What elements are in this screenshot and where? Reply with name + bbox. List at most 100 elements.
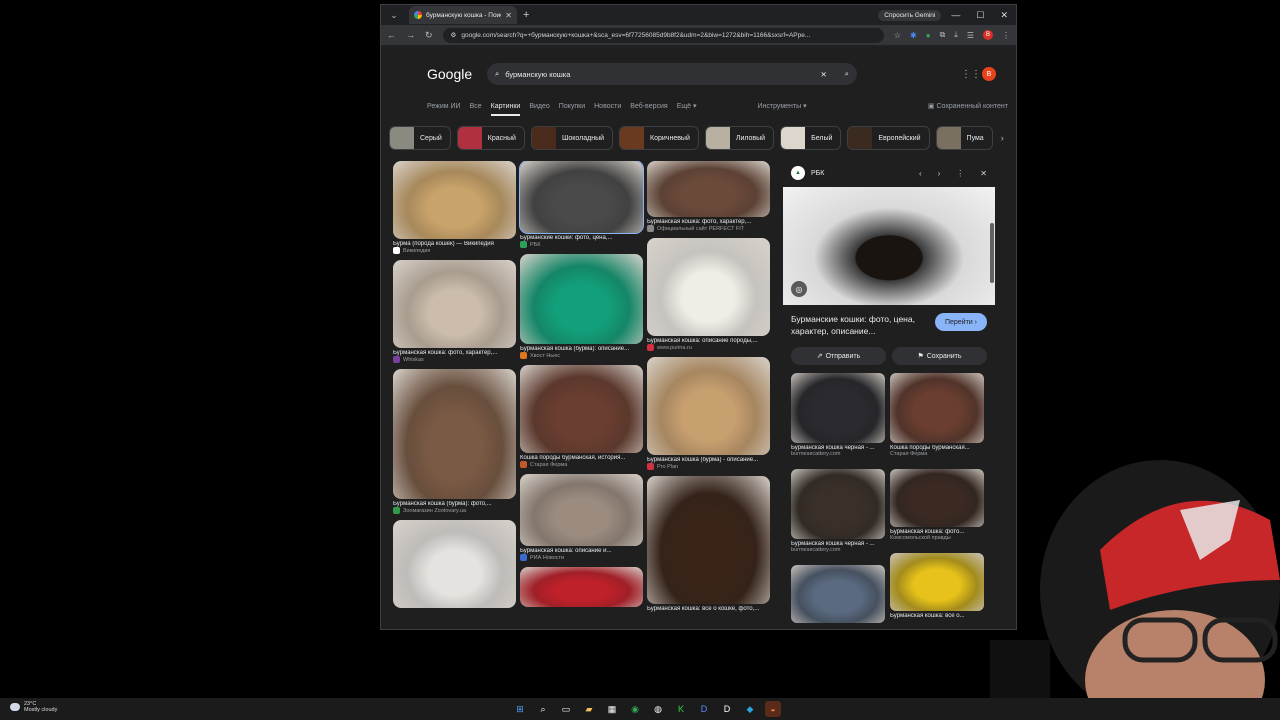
- result-image[interactable]: [647, 357, 770, 455]
- tab-search-icon[interactable]: ⌄: [387, 8, 401, 22]
- image-result[interactable]: [520, 567, 643, 607]
- panel-scrollbar[interactable]: [990, 223, 994, 283]
- result-image[interactable]: [393, 161, 516, 239]
- result-image[interactable]: [393, 520, 516, 608]
- result-source[interactable]: Хвост Ньюс: [520, 352, 643, 359]
- result-image[interactable]: [647, 476, 770, 604]
- app-icon[interactable]: ◍: [650, 701, 666, 717]
- related-image[interactable]: Бурманская кошка черная - ... burmesecatt…: [791, 469, 885, 553]
- result-caption[interactable]: Бурманская кошка: описание породы,...: [647, 338, 770, 344]
- windows-start-icon[interactable]: ⊞: [512, 701, 528, 717]
- result-source[interactable]: Whiskas: [393, 356, 516, 363]
- search-box[interactable]: ⌕ бурманскую кошка ✕ ⌕: [487, 63, 857, 85]
- image-result[interactable]: Бурманская кошка (бурма) - описание... Pr…: [647, 357, 770, 470]
- tab-web[interactable]: Веб-версия: [630, 103, 667, 110]
- address-bar[interactable]: ⚙ google.com/search?q=+бурманскую+кошка+…: [442, 27, 884, 43]
- result-caption[interactable]: Бурманская кошка (бурма) - описание...: [647, 457, 770, 463]
- prev-icon[interactable]: ‹: [919, 169, 922, 178]
- streaming-app-icon[interactable]: ◒: [765, 701, 781, 717]
- dictionary-icon[interactable]: D: [696, 701, 712, 717]
- filter-chip[interactable]: Красный: [456, 126, 525, 150]
- image-result[interactable]: Бурма (порода кошек) — Википедия Википеди…: [393, 161, 516, 254]
- telegram-icon[interactable]: ◆: [742, 701, 758, 717]
- tab-news[interactable]: Новости: [594, 103, 621, 110]
- result-image[interactable]: [520, 567, 643, 607]
- related-image[interactable]: Бурманская кошка: все о...: [890, 553, 984, 619]
- related-thumbnail[interactable]: [791, 373, 885, 443]
- result-image[interactable]: [520, 474, 643, 546]
- active-tab[interactable]: бурманскую кошка - Поиск в ✕: [409, 6, 517, 24]
- preview-title[interactable]: Бурманские кошки: фото, цена, характер, …: [791, 313, 927, 337]
- image-result[interactable]: Бурманская кошка: описание и... РИА Новос…: [520, 474, 643, 561]
- search-submit-icon[interactable]: ⌕: [845, 69, 849, 79]
- puzzle-extensions-icon[interactable]: ⧉: [940, 30, 946, 40]
- sidebar-icon[interactable]: ☰: [967, 31, 974, 40]
- weather-widget[interactable]: 23°C Mostly cloudy: [10, 701, 57, 713]
- result-image[interactable]: [520, 254, 643, 344]
- result-image[interactable]: [393, 369, 516, 499]
- image-result[interactable]: Бурманская кошка: фото, характер,... Офиц…: [647, 161, 770, 232]
- preview-image[interactable]: ◎: [783, 187, 995, 305]
- image-result[interactable]: Бурманская кошка (бурма): описание... Хво…: [520, 254, 643, 359]
- image-result[interactable]: Бурманская кошка: описание породы,... www…: [647, 238, 770, 351]
- reload-icon[interactable]: ↻: [425, 30, 433, 41]
- saved-content-link[interactable]: ▣ Сохраненный контент: [928, 102, 1008, 110]
- close-panel-icon[interactable]: ✕: [980, 169, 987, 178]
- chips-next-icon[interactable]: ›: [1001, 133, 1004, 143]
- related-thumbnail[interactable]: [890, 373, 984, 443]
- result-image[interactable]: [647, 161, 770, 217]
- more-options-icon[interactable]: ⋮: [956, 169, 964, 178]
- related-thumbnail[interactable]: [791, 565, 885, 623]
- chrome-extension-icon[interactable]: ●: [926, 31, 931, 40]
- result-source[interactable]: РИА Новости: [520, 554, 643, 561]
- related-thumbnail[interactable]: [890, 469, 984, 527]
- result-caption[interactable]: Кошка породы бурманская, история...: [520, 455, 643, 461]
- image-result[interactable]: Бурманская кошка (бурма): фото,... Зоомаг…: [393, 369, 516, 514]
- filter-chip[interactable]: Коричневый: [619, 126, 699, 150]
- search-input[interactable]: бурманскую кошка: [505, 70, 814, 79]
- kaspersky-icon[interactable]: K: [673, 701, 689, 717]
- site-info-icon[interactable]: ⚙: [451, 31, 457, 39]
- image-result[interactable]: Бурманская кошка: фото, характер,... Whis…: [393, 260, 516, 363]
- minimize-icon[interactable]: —: [951, 10, 960, 21]
- related-source[interactable]: burmesecattery.com: [791, 547, 885, 553]
- result-source[interactable]: РБК: [520, 241, 643, 248]
- tab-all[interactable]: Все: [470, 103, 482, 110]
- filter-chip[interactable]: Шоколадный: [530, 126, 614, 150]
- related-image[interactable]: Кошка породы бурманская... Старая Ферма: [890, 373, 984, 457]
- result-source[interactable]: Официальный сайт PERFECT FIT: [647, 225, 770, 232]
- tab-shopping[interactable]: Покупки: [559, 103, 585, 110]
- calculator-icon[interactable]: ▦: [604, 701, 620, 717]
- result-source[interactable]: Википедия: [393, 247, 516, 254]
- image-result[interactable]: [393, 520, 516, 608]
- filter-chip[interactable]: Лиловый: [704, 126, 775, 150]
- related-image[interactable]: [791, 565, 885, 623]
- save-button[interactable]: ⚑ Сохранить: [892, 347, 987, 365]
- google-logo[interactable]: Google: [427, 66, 487, 82]
- file-explorer-icon[interactable]: ▰: [581, 701, 597, 717]
- filter-chip[interactable]: Серый: [389, 126, 451, 150]
- result-source[interactable]: www.purina.ru: [647, 344, 770, 351]
- tab-video[interactable]: Видео: [529, 103, 549, 110]
- image-result[interactable]: Бурманские кошки: фото, цена,... РБК: [519, 161, 644, 248]
- chrome-icon[interactable]: ◉: [627, 701, 643, 717]
- result-caption[interactable]: Бурманская кошка: все о кошке, фото,...: [647, 606, 770, 612]
- taskbar-search-icon[interactable]: ⌕: [535, 701, 551, 717]
- clear-search-icon[interactable]: ✕: [821, 70, 827, 79]
- related-source[interactable]: burmesecattery.com: [791, 451, 885, 457]
- result-source[interactable]: Pro Plan: [647, 463, 770, 470]
- related-thumbnail[interactable]: [890, 553, 984, 611]
- related-source[interactable]: Старая Ферма: [890, 451, 984, 457]
- maximize-icon[interactable]: ☐: [976, 10, 984, 21]
- related-source[interactable]: Комсомольской правды: [890, 535, 984, 541]
- close-window-icon[interactable]: ✕: [1000, 10, 1008, 21]
- menu-icon[interactable]: ⋮: [1002, 31, 1010, 40]
- close-tab-icon[interactable]: ✕: [505, 11, 512, 20]
- result-source[interactable]: Старая Ферма: [520, 461, 643, 468]
- goto-button[interactable]: Перейти ›: [934, 313, 987, 331]
- google-lens-icon[interactable]: ◎: [791, 281, 807, 297]
- davinci-icon[interactable]: D: [719, 701, 735, 717]
- result-caption[interactable]: Бурманская кошка (бурма): описание...: [520, 346, 643, 352]
- task-view-icon[interactable]: ▭: [558, 701, 574, 717]
- share-button[interactable]: ⇗ Отправить: [791, 347, 886, 365]
